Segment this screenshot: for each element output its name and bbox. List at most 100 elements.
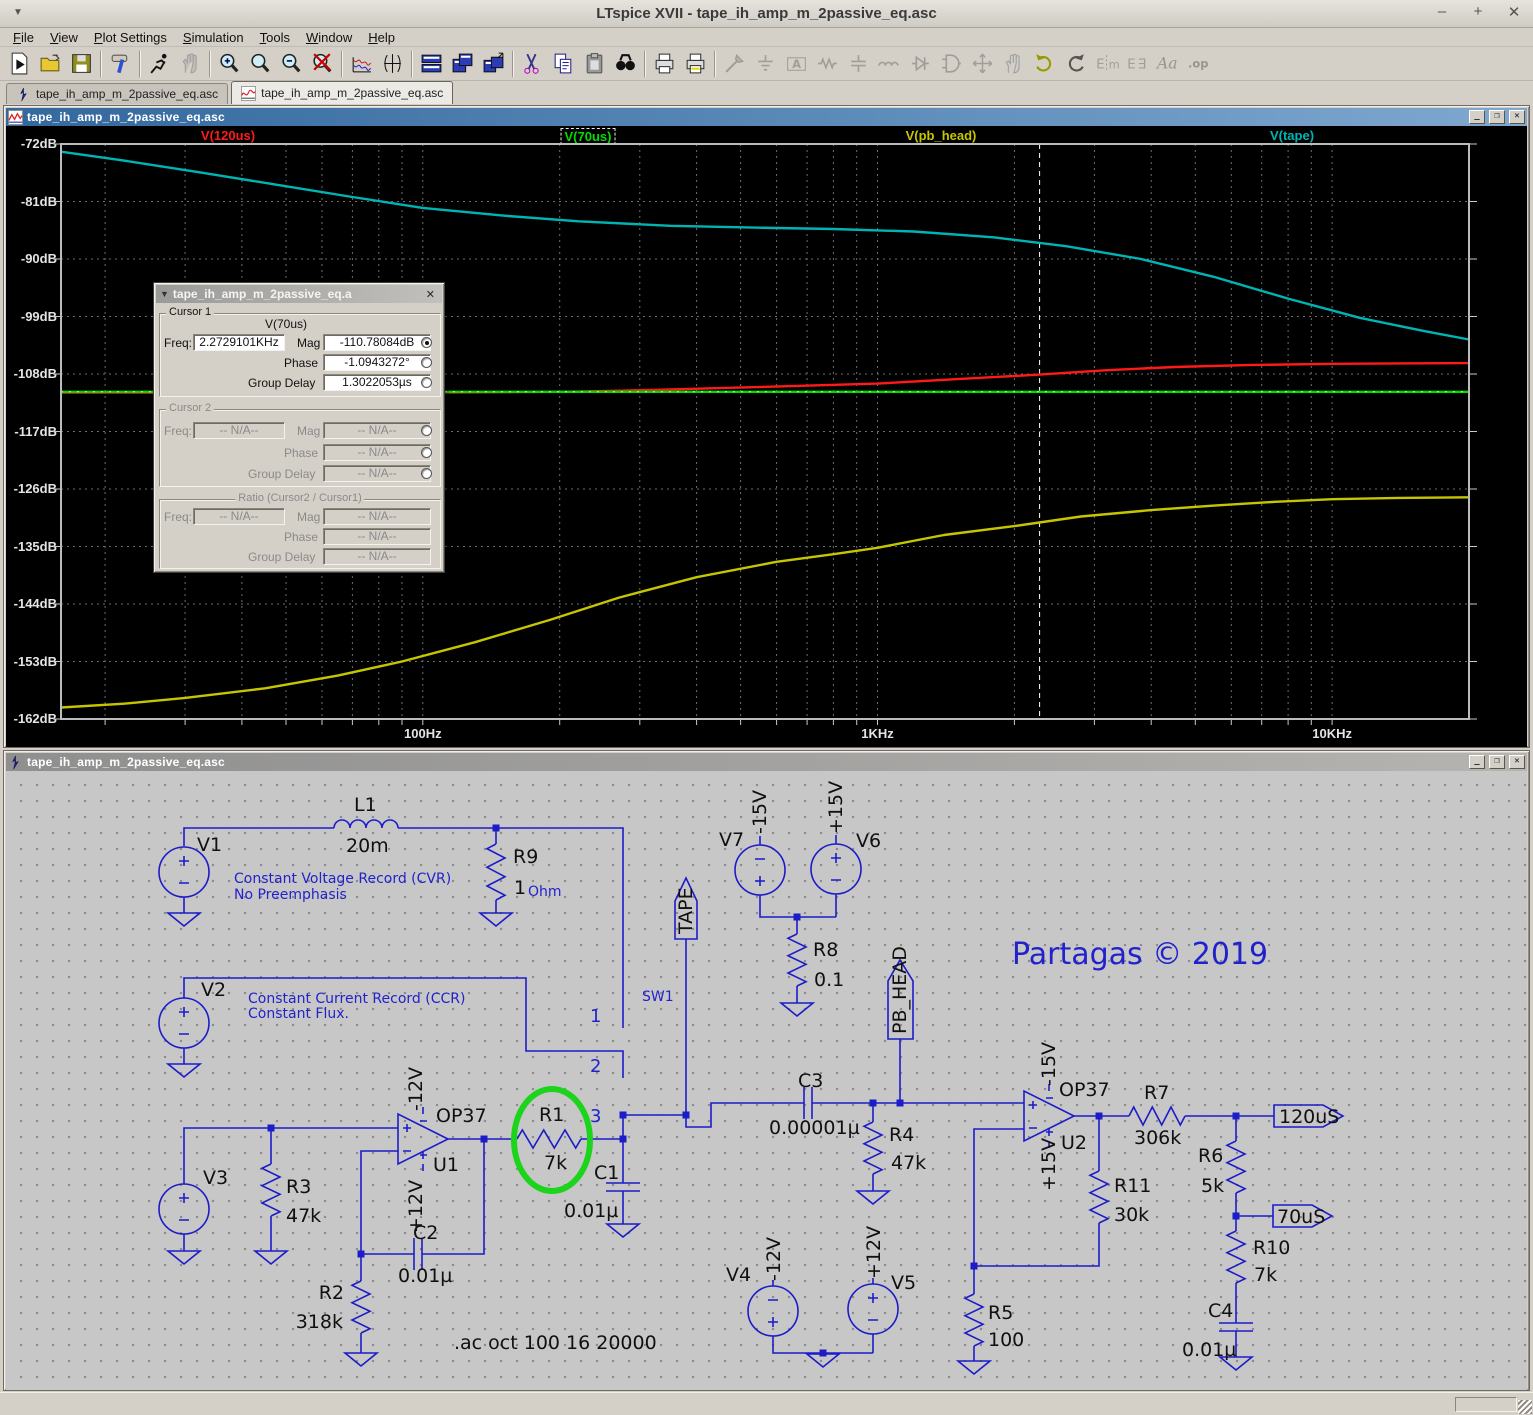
label-r6_val[interactable]: 5k <box>1201 1175 1224 1197</box>
cursor-dialog-titlebar[interactable]: ▼ tape_ih_amp_m_2passive_eq.a ✕ <box>156 285 442 303</box>
v2-ground-icon[interactable] <box>168 1064 200 1077</box>
v7-rail[interactable]: -15V <box>749 790 771 834</box>
waveform-window-titlebar[interactable]: tape_ih_amp_m_2passive_eq.asc _ ❐ ✕ <box>6 108 1527 126</box>
wire[interactable] <box>974 1223 1099 1266</box>
label-c1[interactable]: C1 <box>594 1162 619 1184</box>
label-r6[interactable]: R6 <box>1198 1145 1223 1167</box>
label-c3[interactable]: C3 <box>798 1070 823 1092</box>
label-v7[interactable]: V7 <box>719 829 744 851</box>
schematic-window-titlebar[interactable]: tape_ih_amp_m_2passive_eq.asc _ ❐ ✕ <box>6 753 1527 771</box>
label-node2[interactable]: 2 <box>590 1056 601 1077</box>
v3-source-icon[interactable] <box>159 1184 209 1234</box>
schem-restore-button[interactable]: ❐ <box>1489 755 1505 769</box>
label-v3[interactable]: V3 <box>203 1167 228 1189</box>
resize-grip-icon[interactable] <box>1518 1400 1532 1414</box>
copy-icon[interactable] <box>548 50 579 78</box>
label-r9[interactable]: R9 <box>513 846 538 868</box>
dialog-collapse-icon[interactable]: ▼ <box>160 289 169 299</box>
cursor2-phase-radio[interactable] <box>421 447 432 458</box>
new-file-icon[interactable] <box>4 50 35 78</box>
r7-resistor-icon[interactable] <box>1129 1107 1185 1125</box>
print-icon[interactable] <box>649 50 680 78</box>
label-r1[interactable]: R1 <box>539 1104 564 1126</box>
schematic-canvas[interactable]: V1L120mR91OhmConstant Voltage Record (CV… <box>6 771 1527 1390</box>
print-setup-icon[interactable] <box>680 50 711 78</box>
trace-label-vpbhead[interactable]: V(pb_head) <box>906 128 977 143</box>
r5-resistor-icon[interactable] <box>965 1294 983 1346</box>
label-r4_val[interactable]: 47k <box>891 1152 926 1174</box>
label-ccr_line2[interactable]: Constant Flux. <box>248 1006 349 1022</box>
zoom-in-icon[interactable] <box>214 50 245 78</box>
paste-icon[interactable] <box>579 50 610 78</box>
l1-inductor-icon[interactable] <box>334 820 398 828</box>
cursor1-phase-field[interactable]: -1.0943272° <box>323 354 431 371</box>
cursor1-mag-radio[interactable] <box>421 337 432 348</box>
v3-ground-icon[interactable] <box>168 1251 200 1264</box>
label-node3[interactable]: 3 <box>590 1106 601 1127</box>
control-panel-icon[interactable] <box>105 50 136 78</box>
tape-flag-label[interactable]: TAPE <box>675 887 697 935</box>
r5-ground-icon[interactable] <box>958 1361 990 1374</box>
label-l1_val[interactable]: 20m <box>346 835 389 857</box>
u1-vminus-rail[interactable]: -12V <box>405 1067 427 1111</box>
flag-70us-label[interactable]: 70uS <box>1277 1206 1325 1228</box>
label-r10_val[interactable]: 7k <box>1254 1264 1277 1286</box>
label-c4_val[interactable]: 0.01µ <box>1182 1339 1236 1361</box>
spice-directive-text[interactable]: .ac oct 100 16 20000 <box>454 1332 657 1354</box>
tab-2-active[interactable]: tape_ih_amp_m_2passive_eq.asc <box>231 81 453 104</box>
r10-resistor-icon[interactable] <box>1227 1231 1245 1283</box>
menu-item-simulation[interactable]: Simulation <box>176 29 251 46</box>
label-c4[interactable]: C4 <box>1208 1300 1233 1322</box>
zoom-out-icon[interactable] <box>276 50 307 78</box>
label-r9_unit[interactable]: Ohm <box>528 884 562 900</box>
dialog-close-icon[interactable]: ✕ <box>423 288 438 301</box>
wire[interactable] <box>974 1129 1024 1266</box>
u2-vminus-rail[interactable]: -15V <box>1038 1042 1060 1086</box>
r3-resistor-icon[interactable] <box>262 1164 280 1216</box>
r2-ground-icon[interactable] <box>345 1353 377 1366</box>
menu-item-help[interactable]: Help <box>361 29 402 46</box>
v7-source-icon[interactable] <box>735 845 785 895</box>
label-node1[interactable]: 1 <box>590 1006 601 1027</box>
r4-resistor-icon[interactable] <box>864 1122 882 1174</box>
label-v6[interactable]: V6 <box>856 830 881 852</box>
menu-item-view[interactable]: View <box>43 29 85 46</box>
label-r7_val[interactable]: 306k <box>1134 1127 1181 1149</box>
schem-minimize-button[interactable]: _ <box>1469 755 1485 769</box>
label-r8_val[interactable]: 0.1 <box>814 969 844 991</box>
cursor1-mag-field[interactable]: -110.78084dB <box>323 334 431 351</box>
c1-ground-icon[interactable] <box>607 1224 639 1237</box>
menu-item-plot-settings[interactable]: Plot Settings <box>87 29 174 46</box>
menu-item-window[interactable]: Window <box>299 29 359 46</box>
label-c1_val[interactable]: 0.01µ <box>564 1200 618 1222</box>
v5-rail[interactable]: +12V <box>863 1226 885 1279</box>
label-r3[interactable]: R3 <box>286 1176 311 1198</box>
v2-source-icon[interactable] <box>159 998 209 1048</box>
tile-horizontal-icon[interactable] <box>416 50 447 78</box>
label-c2[interactable]: C2 <box>413 1222 438 1244</box>
r9-resistor-icon[interactable] <box>487 844 505 900</box>
save-icon[interactable] <box>66 50 97 78</box>
label-v2[interactable]: V2 <box>201 979 226 1001</box>
label-u2_type[interactable]: OP37 <box>1059 1079 1110 1101</box>
pb-head-flag-label[interactable]: PB_HEAD <box>889 946 911 1034</box>
window-menu-icon[interactable]: ▼ <box>8 7 28 21</box>
label-r5_val[interactable]: 100 <box>988 1329 1024 1351</box>
label-r2[interactable]: R2 <box>319 1282 344 1304</box>
r1-resistor-icon[interactable] <box>517 1130 581 1148</box>
maximize-button[interactable]: + <box>1469 3 1487 21</box>
label-cvr_line1[interactable]: Constant Voltage Record (CVR) <box>234 871 451 887</box>
v4-source-icon[interactable] <box>748 1286 798 1336</box>
trace-label-vtape[interactable]: V(tape) <box>1270 128 1314 143</box>
cascade-windows-icon[interactable] <box>447 50 478 78</box>
label-r5[interactable]: R5 <box>988 1302 1013 1324</box>
cursor1-freq-field[interactable]: 2.2729101KHz <box>193 334 285 351</box>
r8-resistor-icon[interactable] <box>788 934 806 986</box>
tile-vertical-icon[interactable] <box>478 50 509 78</box>
cursor1-phase-radio[interactable] <box>421 357 432 368</box>
label-r11[interactable]: R11 <box>1114 1175 1151 1197</box>
label-u1_type[interactable]: OP37 <box>436 1105 487 1127</box>
r2-resistor-icon[interactable] <box>352 1281 370 1333</box>
label-c2_val[interactable]: 0.01µ <box>398 1265 452 1287</box>
wire[interactable] <box>361 1151 398 1254</box>
